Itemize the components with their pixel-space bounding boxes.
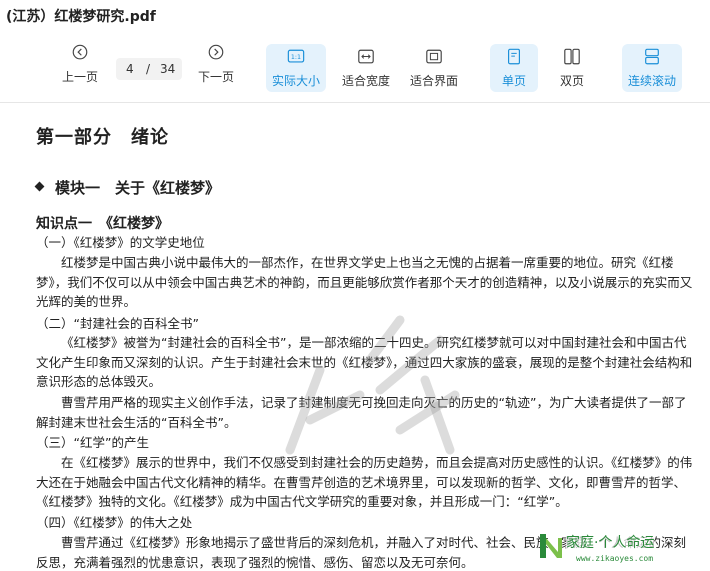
double-page-label: 双页 <box>559 74 584 88</box>
site-logo-watermark: 家庭·个人命运 www.zikaoyes.com <box>538 530 703 568</box>
total-pages: 34 <box>160 62 176 76</box>
module-title: 模块一 关于《红楼梦》 <box>34 177 221 198</box>
section-3-title: （三）“红学”的产生 <box>36 435 149 450</box>
actual-size-icon: 1:1 <box>287 49 305 63</box>
continuous-scroll-button[interactable]: 连续滚动 <box>622 44 682 92</box>
actual-size-button[interactable]: 1:1 实际大小 <box>266 44 326 92</box>
prev-page-button[interactable]: 上一页 <box>58 44 102 92</box>
module-title-text: 模块一 关于《红楼梦》 <box>55 179 221 197</box>
diamond-bullet-icon <box>34 181 45 192</box>
chevron-left-circle-icon <box>72 44 88 60</box>
double-page-button[interactable]: 双页 <box>548 44 596 92</box>
svg-text:1:1: 1:1 <box>291 54 301 61</box>
current-page-input[interactable]: 4 <box>126 62 134 76</box>
actual-size-label: 实际大小 <box>271 74 320 88</box>
title-bar: (江苏）红楼梦研究.pdf <box>0 0 710 30</box>
fit-page-label: 适合界面 <box>409 74 458 88</box>
part-title: 第一部分 绪论 <box>36 127 169 148</box>
knowledge-point-title: 知识点一 《红楼梦》 <box>36 216 169 232</box>
next-page-label: 下一页 <box>197 70 234 84</box>
document-title: (江苏）红楼梦研究.pdf <box>6 9 156 25</box>
double-page-icon <box>564 48 580 65</box>
fit-page-button[interactable]: 适合界面 <box>406 44 462 92</box>
watermark-url: www.zikaoyes.com <box>576 554 654 563</box>
section-2-title: （二）“封建社会的百科全书” <box>36 316 199 331</box>
continuous-scroll-icon <box>645 48 659 65</box>
section-1-title: （一）《红楼梦》的文学史地位 <box>36 235 205 250</box>
page-number-box: 4 / 34 <box>116 58 182 80</box>
continuous-scroll-label: 连续滚动 <box>627 74 676 88</box>
chevron-right-circle-icon <box>208 44 224 60</box>
watermark-strokes <box>285 315 460 455</box>
prev-page-label: 上一页 <box>61 70 98 84</box>
site-logo-icon <box>540 534 562 558</box>
page-separator: / <box>146 62 151 76</box>
toolbar: 上一页 4 / 34 下一页 1:1 实际大小 适合宽度 适合界面 单页 双页 … <box>0 30 710 103</box>
single-page-button[interactable]: 单页 <box>490 44 538 92</box>
fit-width-icon <box>358 49 374 64</box>
single-page-icon <box>508 48 520 65</box>
fit-width-label: 适合宽度 <box>341 74 390 88</box>
single-page-label: 单页 <box>501 74 526 88</box>
fit-width-button[interactable]: 适合宽度 <box>338 44 394 92</box>
section-4-title: （四）《红楼梦》的伟大之处 <box>36 515 193 530</box>
watermark-tag: 家庭·个人命运 <box>566 532 655 552</box>
fit-page-icon <box>426 49 442 64</box>
next-page-button[interactable]: 下一页 <box>194 44 238 92</box>
